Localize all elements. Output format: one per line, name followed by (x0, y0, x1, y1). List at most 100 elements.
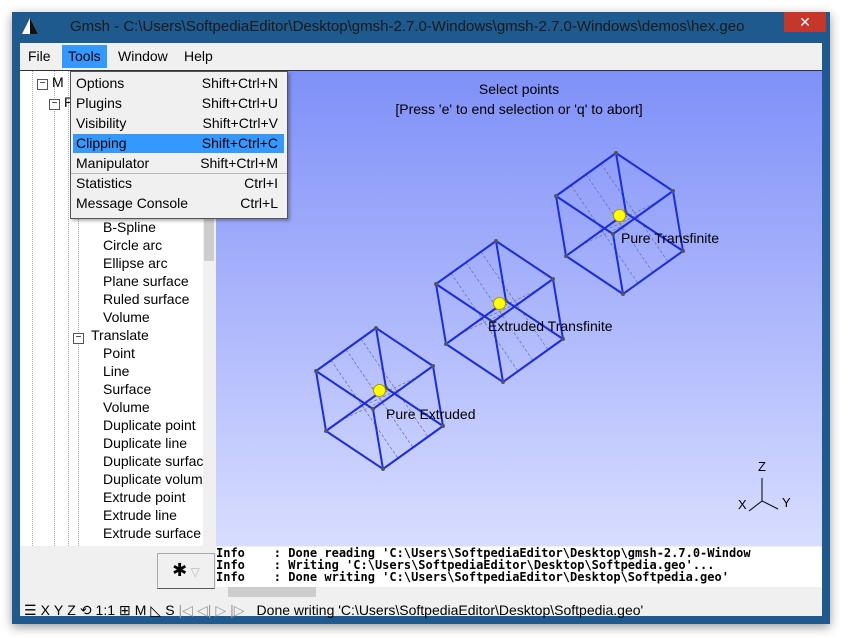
cube-edge (622, 250, 684, 295)
vertex-point[interactable] (494, 239, 498, 243)
menu-help[interactable]: Help (178, 45, 219, 68)
status-button[interactable]: |◁ (179, 602, 193, 618)
tree-item[interactable]: Extrude point (103, 489, 186, 505)
tree-item[interactable]: Volume (103, 309, 150, 325)
vertex-point[interactable] (444, 342, 448, 346)
vertex-point[interactable] (671, 189, 675, 193)
cube-edge (435, 283, 447, 345)
vertex-point[interactable] (324, 429, 328, 433)
message-line: Info : Done writing 'C:\Users\SoftpediaE… (216, 570, 729, 584)
collapse-icon[interactable]: − (37, 79, 48, 90)
menu-item-shortcut: Shift+Ctrl+V (202, 115, 278, 131)
menu-item-manipulator[interactable]: Manipulator Shift+Ctrl+M (73, 154, 284, 173)
tree-item[interactable]: Extrude line (103, 507, 177, 523)
vertex-point[interactable] (621, 292, 625, 296)
tree-item[interactable]: Extrude surface (103, 525, 201, 541)
vertex-point[interactable] (441, 424, 445, 428)
vertex-point[interactable] (374, 326, 378, 330)
status-bar: ☰ X Y Z ⟲ 1:1 ⊞ M ◺ S |◁ ◁| ▷ |▷ Done writing 'C:\User… (20, 599, 826, 621)
vertex-point[interactable] (314, 369, 318, 373)
app-window: Gmsh - C:\Users\SoftpediaEditor\Desktop\… (12, 12, 830, 624)
menu-file[interactable]: File (22, 45, 57, 68)
message-console[interactable]: Info : Done reading 'C:\Users\SoftpediaE… (216, 547, 822, 587)
menu-item-shortcut: Ctrl+L (240, 195, 278, 211)
menu-item-label: Manipulator (76, 155, 150, 171)
tree-item[interactable]: Line (103, 363, 129, 379)
vertex-point[interactable] (434, 282, 438, 286)
collapse-icon[interactable]: − (73, 333, 84, 344)
menu-item-label: Plugins (76, 95, 122, 111)
status-button[interactable]: 1:1 (96, 602, 115, 618)
vertex-point[interactable] (431, 364, 435, 368)
menu-item-statistics[interactable]: Statistics Ctrl+I (73, 174, 284, 193)
tree-line (32, 71, 33, 546)
center-point-sphere[interactable] (613, 209, 626, 222)
menu-separator (71, 173, 287, 174)
vertex-point[interactable] (501, 380, 505, 384)
status-button[interactable]: ⟲ (80, 602, 92, 618)
tree-item[interactable]: Duplicate volum (103, 471, 203, 487)
tree-item[interactable]: Translate (91, 327, 149, 343)
status-button[interactable]: M (135, 602, 147, 618)
tree-item[interactable]: Plane surface (103, 273, 189, 289)
vertex-point[interactable] (561, 337, 565, 341)
collapse-icon[interactable]: − (49, 99, 60, 110)
vertex-point[interactable] (611, 232, 615, 236)
cube-edge (502, 338, 564, 383)
label-pure-transfinite: Pure Transfinite (621, 230, 720, 246)
close-button[interactable]: ✕ (784, 12, 826, 32)
tree-item[interactable]: Ruled surface (103, 291, 189, 307)
menu-item-shortcut: Ctrl+I (244, 175, 278, 191)
axis-y-line (761, 500, 779, 510)
menu-item-plugins[interactable]: Plugins Shift+Ctrl+U (73, 94, 284, 113)
window-title: Gmsh - C:\Users\SoftpediaEditor\Desktop\… (70, 18, 745, 35)
graphics-viewport[interactable]: Select points [Press 'e' to end selectio… (216, 71, 822, 546)
mesh-line (340, 397, 389, 421)
menu-item-shortcut: Shift+Ctrl+C (201, 135, 278, 151)
vertex-point[interactable] (681, 249, 685, 253)
cube-edge (435, 240, 497, 285)
status-button[interactable]: Z (67, 602, 76, 618)
vertex-point[interactable] (564, 254, 568, 258)
message-hscrollbar[interactable] (216, 587, 822, 598)
tree-item[interactable]: Volume (103, 399, 150, 415)
tree-item[interactable]: Surface (103, 381, 151, 397)
tree-item[interactable]: Duplicate point (103, 417, 196, 433)
status-button[interactable]: ◺ (150, 602, 161, 618)
status-button[interactable]: ⊞ (119, 602, 131, 618)
axis-x-line (748, 500, 763, 512)
vertex-point[interactable] (381, 467, 385, 471)
status-button[interactable]: S (165, 602, 174, 618)
tree-item[interactable]: Circle arc (103, 237, 162, 253)
menu-window[interactable]: Window (112, 45, 174, 68)
settings-gear-button[interactable]: ✱ ▽ (157, 553, 215, 589)
vertex-point[interactable] (371, 407, 375, 411)
prompt-title: Select points (478, 81, 560, 97)
tools-menu-dropdown: Options Shift+Ctrl+N Plugins Shift+Ctrl+U Vi… (70, 71, 288, 219)
tree-item[interactable]: Point (103, 345, 135, 361)
vertex-point[interactable] (614, 151, 618, 155)
menu-tools[interactable]: Tools (62, 45, 107, 68)
status-button[interactable]: |▷ (230, 602, 244, 618)
tree-item[interactable]: Duplicate line (103, 435, 187, 451)
menu-item-visibility[interactable]: Visibility Shift+Ctrl+V (73, 114, 284, 133)
cube-edge (615, 152, 627, 214)
tree-item[interactable]: Ellipse arc (103, 255, 168, 271)
center-point-sphere[interactable] (373, 384, 386, 397)
menu-item-message-console[interactable]: Message Console Ctrl+L (73, 194, 284, 213)
status-button[interactable]: Y (54, 602, 63, 618)
vertex-point[interactable] (551, 277, 555, 281)
tree-item[interactable]: M (52, 74, 64, 90)
vertex-point[interactable] (554, 194, 558, 198)
status-button[interactable]: ▷ (215, 602, 226, 618)
tree-item[interactable]: Duplicate surfac (103, 453, 203, 469)
status-button[interactable]: X (41, 602, 50, 618)
menu-item-options[interactable]: Options Shift+Ctrl+N (73, 74, 284, 93)
center-point-sphere[interactable] (493, 297, 506, 310)
menu-item-clipping[interactable]: Clipping Shift+Ctrl+C (73, 134, 284, 153)
status-button[interactable]: ☰ (24, 602, 37, 618)
tree-item[interactable]: B-Spline (103, 219, 156, 235)
cube-edge (495, 240, 554, 280)
status-button[interactable]: ◁| (197, 602, 211, 618)
cube-edge (445, 343, 504, 383)
